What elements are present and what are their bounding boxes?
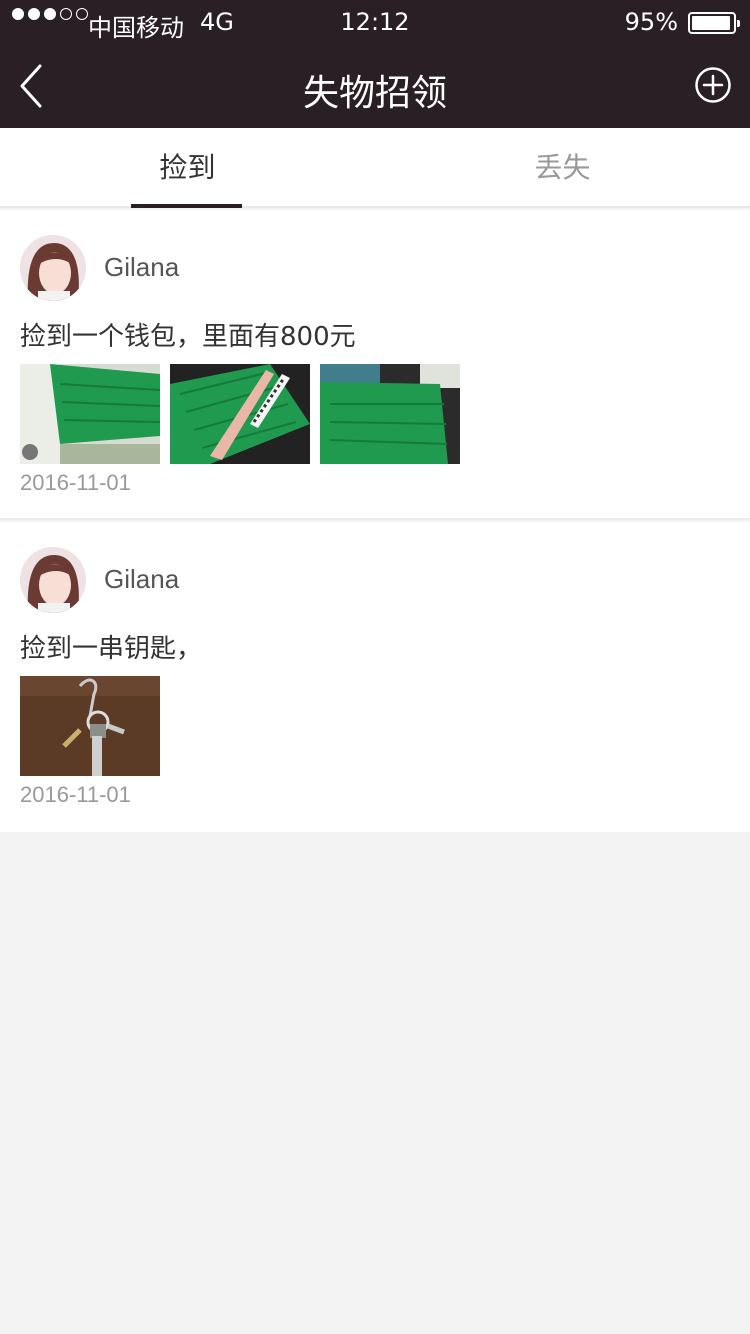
tab-bar: 捡到 丢失 <box>0 128 750 208</box>
post-photo[interactable] <box>20 364 160 464</box>
header-bar: 中国移动 4G 12:12 95% 失物招领 <box>0 0 750 128</box>
photo-gallery <box>20 364 460 464</box>
post-text: 捡到一个钱包，里面有800元 <box>20 322 356 352</box>
username: Gilana <box>104 564 180 594</box>
navigation-bar: 失物招领 <box>0 44 750 128</box>
active-tab-indicator <box>131 204 242 208</box>
battery-icon <box>688 12 740 34</box>
post-date: 2016-11-01 <box>20 782 131 807</box>
post-card[interactable]: Gilana 捡到一个钱包，里面有800元 2016-11-01 <box>0 210 750 520</box>
tab-picked-up[interactable]: 捡到 <box>0 128 375 208</box>
post-photo[interactable] <box>20 676 160 776</box>
avatar[interactable] <box>20 547 86 613</box>
avatar[interactable] <box>20 235 86 301</box>
plus-circle-icon <box>695 67 731 103</box>
tab-lost[interactable]: 丢失 <box>375 128 750 208</box>
post-card[interactable]: Gilana 捡到一串钥匙， 2016-11-01 <box>0 522 750 832</box>
post-photo[interactable] <box>320 364 460 464</box>
post-date: 2016-11-01 <box>20 470 131 495</box>
battery-percent: 95% <box>624 8 678 36</box>
photo-gallery <box>20 676 160 776</box>
post-text: 捡到一串钥匙， <box>20 634 203 664</box>
status-bar: 中国移动 4G 12:12 95% <box>0 0 750 44</box>
username: Gilana <box>104 252 180 282</box>
post-photo[interactable] <box>170 364 310 464</box>
add-post-button[interactable] <box>694 66 732 104</box>
page-title: 失物招领 <box>302 73 447 114</box>
